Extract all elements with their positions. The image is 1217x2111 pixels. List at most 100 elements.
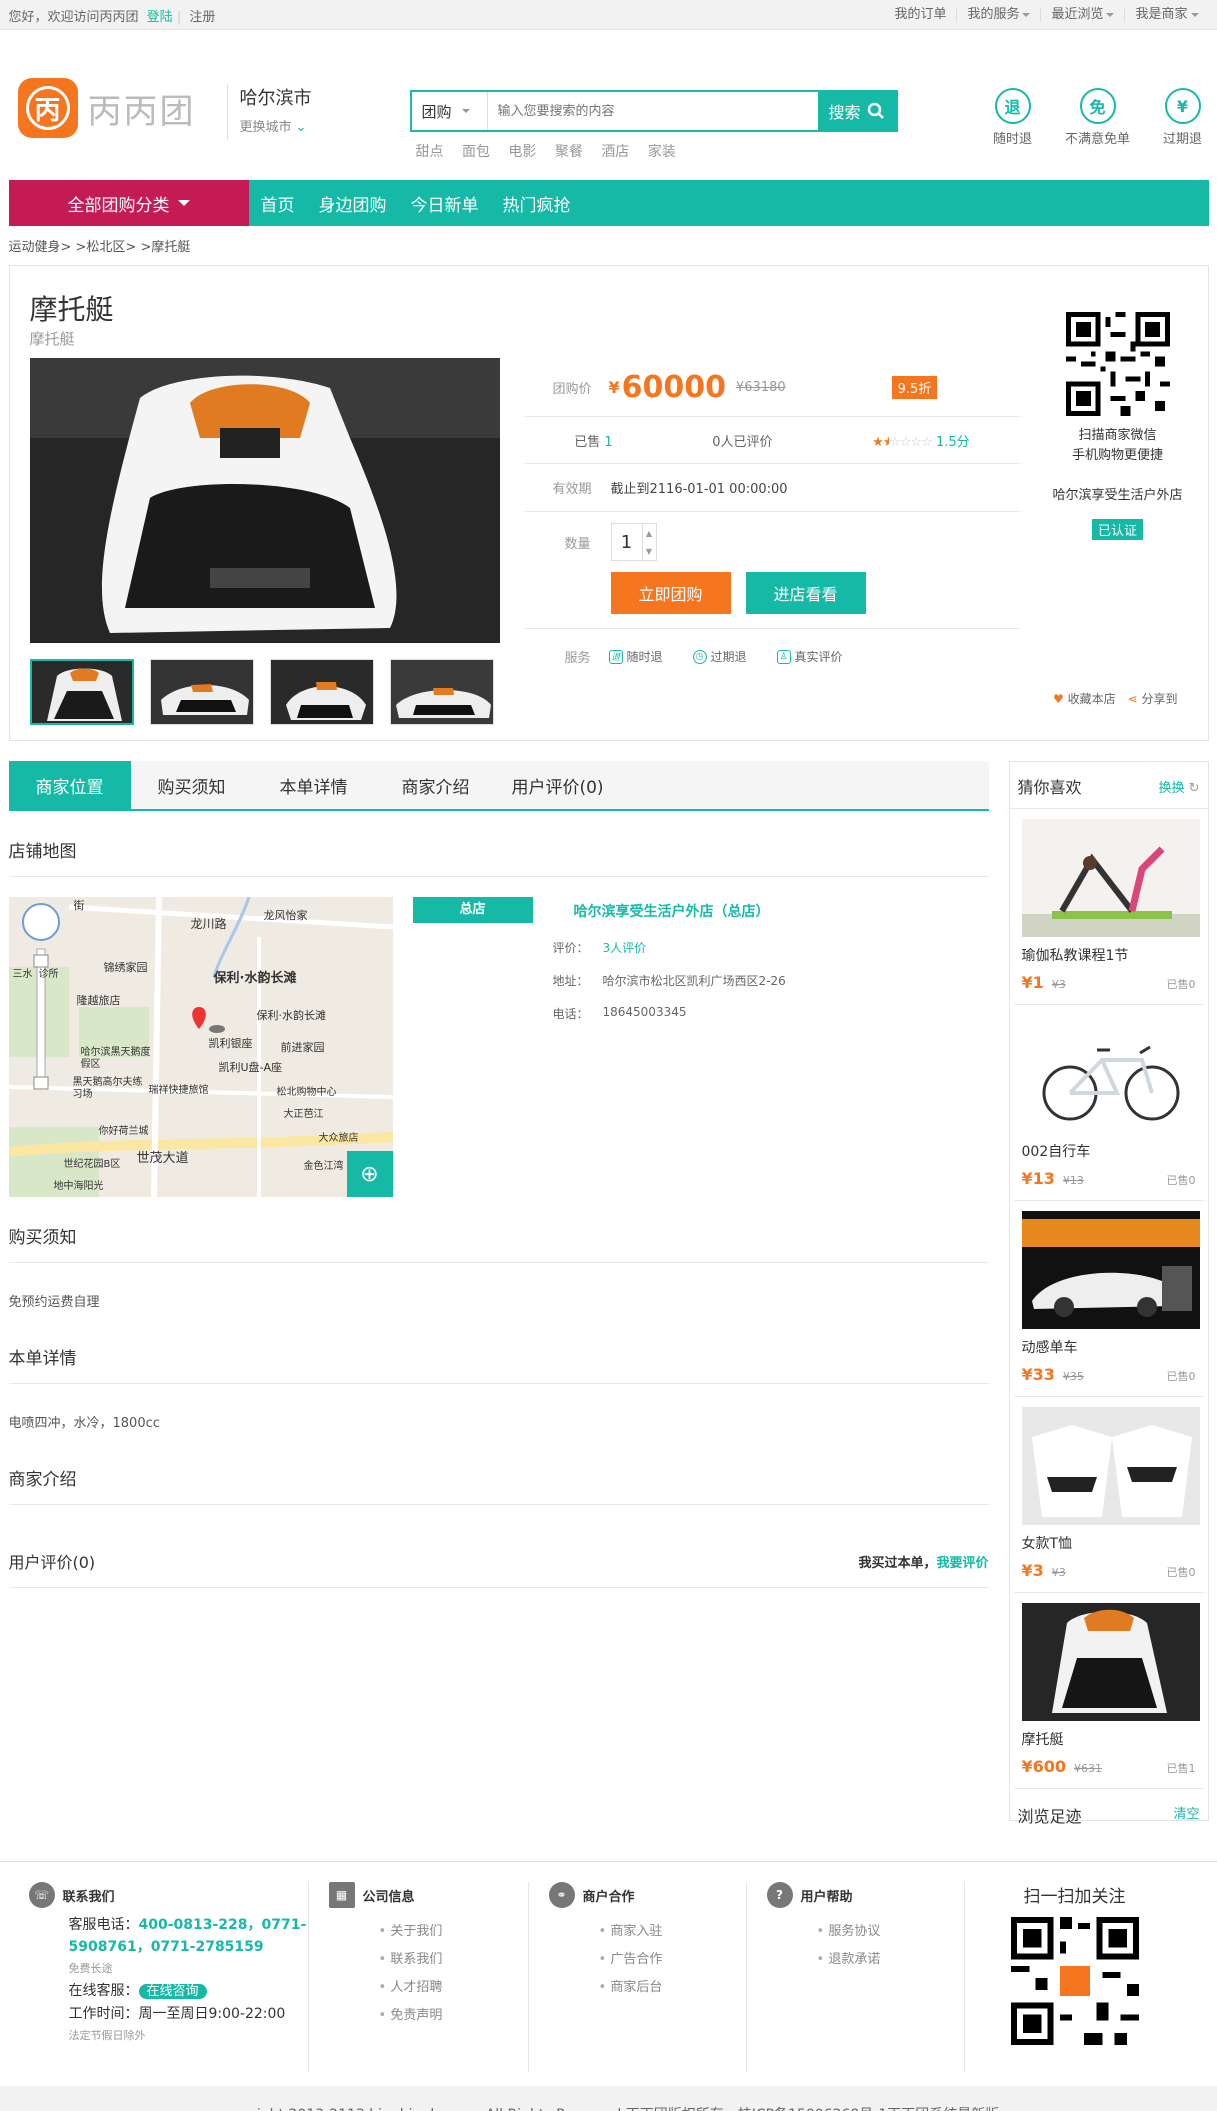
merchant-name[interactable]: 哈尔滨享受生活户外店 [1048, 484, 1188, 503]
map-label: 地中海阳光 [53, 1181, 104, 1192]
refresh-icon: ↻ [1188, 780, 1200, 796]
sidebar-title: 猜你喜欢 [1017, 778, 1082, 797]
footer-contact: ☏ 联系我们 客服电话：400-0813-228，0771-5908761，077… [9, 1882, 309, 2072]
footer-link[interactable]: 免责声明 [379, 2002, 528, 2030]
increment-icon[interactable]: ▲ [646, 529, 652, 538]
footer-link[interactable]: 关于我们 [379, 1918, 528, 1946]
map-label: 隆越旅店 [76, 994, 121, 1007]
quantity-stepper[interactable]: 1 ▲ ▼ [610, 523, 657, 561]
buy-now-button[interactable]: 立即团购 [610, 572, 731, 614]
shop-address: 哈尔滨市松北区凯利广场西区2-26 [602, 974, 786, 988]
search-input[interactable] [487, 92, 818, 130]
hotword-link[interactable]: 电影 [508, 144, 536, 160]
chevron-down-icon: ⌄ [295, 120, 307, 135]
list-item[interactable]: 摩托艇 ¥600 ¥631 已售1 [1013, 1593, 1204, 1789]
footer-link[interactable]: 商家后台 [599, 1974, 746, 2002]
shop-rating-link[interactable]: 3人评价 [603, 939, 647, 956]
search-type-select[interactable]: 团购 [412, 92, 488, 130]
list-item[interactable]: 瑜伽私教课程1节 ¥1 ¥3 已售0 [1013, 809, 1204, 1005]
my-services-menu[interactable]: 我的服务 [956, 8, 1040, 22]
map-label: 黑天鹅高尔夫练习场 [72, 1077, 143, 1100]
tab-user-reviews[interactable]: 用户评价(0) [497, 761, 619, 809]
tab-location[interactable]: 商家位置 [8, 761, 131, 809]
map-label: 龙川路 [190, 917, 227, 931]
favorite-shop-button[interactable]: ♥ 收藏本店 [1053, 690, 1116, 707]
group-price: 60000 [621, 369, 727, 405]
map-label: 三水 [12, 969, 33, 980]
shop-name[interactable]: 哈尔滨享受生活户外店（总店） [574, 901, 770, 921]
write-review-link[interactable]: 我要评价 [936, 1556, 988, 1571]
list-item[interactable]: 002自行车 ¥13 ¥13 已售0 [1013, 1005, 1204, 1201]
hotword-link[interactable]: 面包 [462, 144, 490, 160]
item-image [1021, 1211, 1200, 1329]
map-label: 大正芭江 [283, 1109, 324, 1120]
review-count[interactable]: 0人已评价 [712, 431, 772, 450]
breadcrumb[interactable]: 运动健身> >松北区> >摩托艇 [9, 226, 1209, 265]
follow-qr: 扫一扫加关注 [965, 1882, 1185, 2072]
list-item[interactable]: 女款T恤 ¥3 ¥3 已售0 [1013, 1397, 1204, 1593]
hotword-link[interactable]: 甜点 [416, 144, 444, 160]
nav-home[interactable]: 首页 [249, 180, 307, 226]
footer-link[interactable]: 联系我们 [379, 1946, 528, 1974]
nav-new-today[interactable]: 今日新单 [399, 180, 491, 226]
copyright-text: copyright 2013-2113 bingbingbc.com All R… [0, 2086, 1217, 2111]
shop-phone: 18645003345 [602, 1005, 687, 1019]
nav-hot[interactable]: 热门疯抢 [491, 180, 583, 226]
clear-history-button[interactable]: 清空 [1173, 1803, 1199, 1827]
footer-link[interactable]: 退款承诺 [817, 1946, 964, 1974]
chevron-down-icon [1190, 12, 1199, 17]
recent-browse-menu[interactable]: 最近浏览 [1040, 8, 1124, 22]
item-image [1021, 1407, 1200, 1525]
section-title-map: 店铺地图 [8, 811, 989, 877]
refund-icon: 退 [608, 649, 623, 664]
nav-nearby[interactable]: 身边团购 [307, 180, 399, 226]
register-link[interactable]: 注册 [189, 10, 215, 25]
clock-icon: ◷ [692, 649, 707, 664]
my-orders-link[interactable]: 我的订单 [884, 8, 956, 22]
list-item[interactable]: 动感单车 ¥33 ¥35 已售0 [1013, 1201, 1204, 1397]
divider: | [176, 9, 182, 25]
tab-purchase-notice[interactable]: 购买须知 [131, 761, 253, 809]
recommend-sidebar: 猜你喜欢 换换 ↻ 瑜伽私教课程1节 ¥1 ¥3 已售0 002自行车 ¥13 ¥13 已… [1008, 761, 1209, 1826]
scan-hint: 扫描商家微信 手机购物更便捷 [1071, 428, 1163, 463]
hotword-link[interactable]: 聚餐 [555, 144, 583, 160]
login-link[interactable]: 登陆 [147, 10, 173, 25]
footer-link[interactable]: 商家入驻 [599, 1918, 746, 1946]
map-label: 世纪花园B区 [63, 1159, 121, 1170]
tab-order-detail[interactable]: 本单详情 [253, 761, 375, 809]
detail-column: 商家位置 购买须知 本单详情 商家介绍 用户评价(0) 店铺地图 街 龙川路 龙… [8, 761, 989, 1821]
footer-link[interactable]: 服务协议 [817, 1918, 964, 1946]
product-panel: 摩托艇 摩托艇 团购价 ¥ 60000 ¥63180 9.5折 已售 1 0人已… [8, 265, 1209, 741]
shop-map[interactable]: 街 龙川路 龙风怡家 锦绣家园 保利·水韵长滩 三水 诊所 隆越旅店 保利·水韵… [8, 897, 393, 1197]
hotword-link[interactable]: 酒店 [601, 144, 629, 160]
decrement-icon[interactable]: ▼ [646, 547, 652, 556]
free-icon: 免 [1079, 88, 1116, 124]
footer-link[interactable]: 人才招聘 [379, 1974, 528, 2002]
footer-link[interactable]: 广告合作 [599, 1946, 746, 1974]
refresh-button[interactable]: 换换 ↻ [1158, 777, 1199, 796]
map-label: 保利·水韵长滩 [256, 1009, 327, 1022]
online-consult-button[interactable]: 在线咨询 [138, 1984, 207, 1999]
hotword-link[interactable]: 家装 [648, 144, 676, 160]
all-categories-button[interactable]: 全部团购分类 [8, 180, 249, 226]
zoom-in-icon[interactable]: ⊕ [346, 1151, 393, 1197]
share-button[interactable]: ⋖ 分享到 [1128, 690, 1178, 707]
merchant-menu[interactable]: 我是商家 [1124, 8, 1208, 22]
price-row: 团购价 ¥ 60000 ¥63180 9.5折 [525, 358, 1020, 416]
thumbnail-image[interactable] [29, 659, 134, 725]
thumbnail-image[interactable] [389, 659, 494, 725]
chevron-down-icon [461, 109, 470, 113]
current-city: 哈尔滨市 [239, 88, 312, 109]
original-price: ¥63180 [736, 379, 786, 395]
sold-count: 已售 1 [574, 434, 613, 450]
search-button[interactable]: 搜索 [817, 92, 896, 130]
map-label: 大众旅店 [318, 1133, 359, 1144]
site-logo[interactable]: 丙 丙丙团 [17, 78, 196, 138]
tab-merchant-intro[interactable]: 商家介绍 [375, 761, 497, 809]
change-city-link[interactable]: 更换城市 ⌄ [240, 116, 312, 135]
thumbnail-image[interactable] [269, 659, 374, 725]
thumbnail-image[interactable] [149, 659, 254, 725]
discount-badge: 9.5折 [891, 375, 938, 399]
visit-shop-button[interactable]: 进店看看 [745, 572, 866, 614]
map-label: 锦绣家园 [103, 961, 148, 974]
